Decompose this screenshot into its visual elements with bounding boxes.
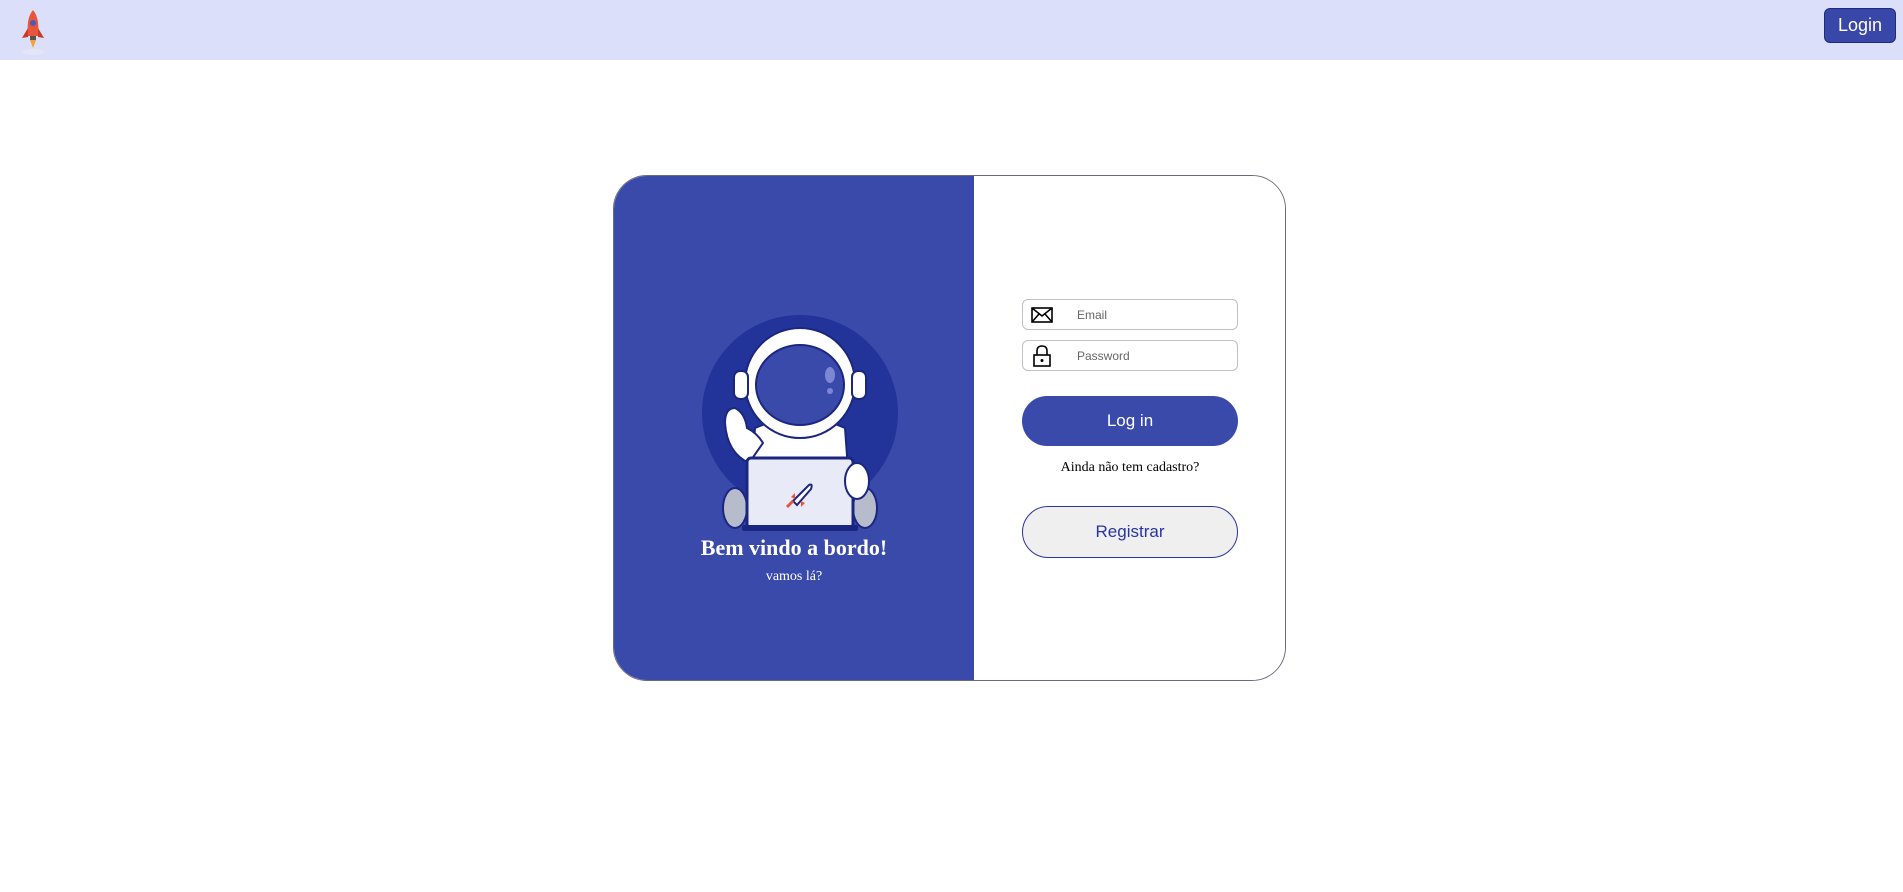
astronaut-illustration	[702, 315, 898, 531]
email-field[interactable]	[1022, 299, 1238, 330]
welcome-title: Bem vindo a bordo!	[700, 535, 888, 560]
email-input[interactable]	[1063, 303, 1231, 326]
register-button[interactable]: Registrar	[1022, 506, 1238, 558]
nav-login-button[interactable]: Login	[1824, 8, 1896, 43]
welcome-subtitle: vamos lá?	[765, 569, 823, 584]
envelope-icon	[1031, 307, 1053, 323]
top-navbar: Login	[0, 0, 1903, 60]
password-input[interactable]	[1063, 344, 1231, 367]
rocket-icon[interactable]	[18, 8, 48, 56]
login-button[interactable]: Log in	[1022, 396, 1238, 446]
login-card: Bem vindo a bordo! vamos lá? Log in Aind…	[613, 175, 1286, 681]
login-form-panel: Log in Ainda não tem cadastro? Registrar	[974, 176, 1285, 680]
no-account-text: Ainda não tem cadastro?	[1060, 460, 1200, 475]
lock-icon	[1033, 345, 1051, 367]
welcome-panel: Bem vindo a bordo! vamos lá?	[614, 176, 974, 680]
password-field[interactable]	[1022, 340, 1238, 371]
